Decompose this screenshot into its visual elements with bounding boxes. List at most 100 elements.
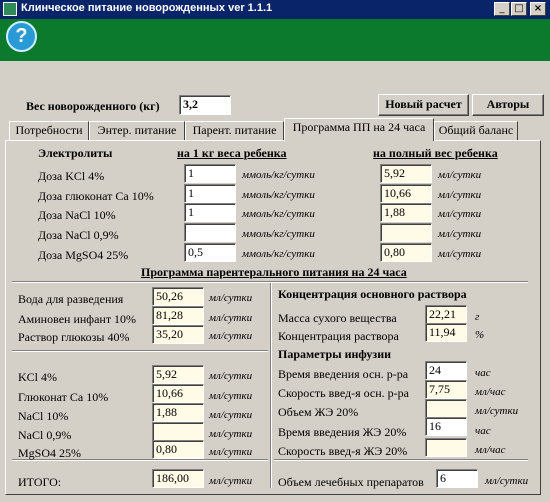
lipid-rate-unit: мл/час <box>475 444 506 456</box>
el-nacl10-label: Доза NaCl 10% <box>38 208 116 222</box>
total-weight-header: на полный вес ребенка <box>373 146 498 160</box>
dry-mass-label: Масса сухого вещества <box>278 311 397 325</box>
el-kcl-label: Доза KCl 4% <box>38 169 105 183</box>
prog-mgso4-value: 0,80 <box>152 440 204 459</box>
el-nacl10-unit-total: мл/сутки <box>438 208 482 220</box>
el-nacl09-unit-kg: ммоль/кг/сутки <box>242 228 315 240</box>
el-nacl10-per-kg-input[interactable]: 1 <box>184 203 236 222</box>
authors-button[interactable]: Авторы <box>472 94 544 116</box>
lipid-rate-value <box>425 438 467 457</box>
tab-enteral[interactable]: Энтер. питание <box>89 121 185 140</box>
tab-parenteral[interactable]: Парент. питание <box>185 121 284 140</box>
aminoven-unit: мл/сутки <box>209 312 253 324</box>
prog-nacl09-value <box>152 422 204 441</box>
lipid-time-label: Время введения ЖЭ 20% <box>278 425 407 439</box>
lipid-volume-value <box>425 399 467 418</box>
lipid-volume-unit: мл/сутки <box>475 405 519 417</box>
infusion-title: Параметры инфузии <box>278 347 392 361</box>
divider <box>12 350 268 352</box>
solution-concentration-label: Концентрация раствора <box>278 329 399 343</box>
el-nacl09-label: Доза NaCl 0,9% <box>38 228 119 242</box>
new-calc-button[interactable]: Новый расчет <box>378 94 469 116</box>
app-icon <box>3 2 17 16</box>
el-kcl-per-kg-input[interactable]: 1 <box>184 164 236 183</box>
main-rate-label: Скорость введ-я осн. р-ра <box>278 386 409 400</box>
solution-concentration-unit: % <box>475 329 485 341</box>
solution-concentration-value: 11,94 <box>425 323 467 342</box>
minimize-button[interactable]: _ <box>494 2 510 16</box>
el-nacl09-per-kg-input[interactable] <box>184 223 236 242</box>
el-nacl09-unit-total: мл/сутки <box>438 228 482 240</box>
weight-label: Вес новорожденного (кг) <box>26 99 160 113</box>
total-value: 186,00 <box>152 469 204 488</box>
water-label: Вода для разведения <box>18 292 124 306</box>
prog-kcl-value: 5,92 <box>152 365 204 384</box>
header-bar <box>0 19 550 61</box>
total-unit: мл/сутки <box>209 475 253 487</box>
lipid-time-unit: час <box>475 425 491 437</box>
el-mgso4-per-kg-input[interactable]: 0,5 <box>184 243 236 262</box>
glucose-unit: мл/сутки <box>209 330 253 342</box>
drugs-volume-input[interactable]: 6 <box>436 469 478 488</box>
divider <box>274 459 528 461</box>
tab-needs[interactable]: Потребности <box>9 121 89 140</box>
concentration-title: Концентрация основного раствора <box>278 287 467 301</box>
el-mgso4-unit-total: мл/сутки <box>438 248 482 260</box>
weight-input[interactable]: 3,2 <box>179 95 231 115</box>
el-ca-total-value: 10,66 <box>380 184 432 203</box>
prog-nacl09-unit: мл/сутки <box>209 428 253 440</box>
divider-vertical <box>270 283 272 488</box>
main-rate-unit: мл/час <box>475 386 506 398</box>
prog-nacl09-label: NaCl 0,9% <box>18 428 72 442</box>
el-mgso4-label: Доза MgSO4 25% <box>38 248 129 262</box>
el-ca-label: Доза глюконат Ca 10% <box>38 189 154 203</box>
help-icon[interactable]: ? <box>6 21 37 52</box>
main-time-unit: час <box>475 367 491 379</box>
prog-kcl-label: KCl 4% <box>18 370 57 384</box>
main-time-label: Время введения осн. р-ра <box>278 367 409 381</box>
prog-ca-value: 10,66 <box>152 384 204 403</box>
tab-program-24h[interactable]: Программа ПП на 24 часа <box>284 118 434 141</box>
per-kg-header: на 1 кг веса ребенка <box>177 146 287 160</box>
drugs-volume-label: Объем лечебных препаратов <box>278 475 424 489</box>
water-unit: мл/сутки <box>209 292 253 304</box>
aminoven-label: Аминовен инфант 10% <box>18 312 137 326</box>
glucose-value: 35,20 <box>152 325 204 344</box>
water-value: 50,26 <box>152 287 204 306</box>
el-nacl10-total-value: 1,88 <box>380 203 432 222</box>
lipid-volume-label: Объем ЖЭ 20% <box>278 405 359 419</box>
el-kcl-total-value: 5,92 <box>380 164 432 183</box>
prog-nacl10-label: NaCl 10% <box>18 409 69 423</box>
prog-mgso4-unit: мл/сутки <box>209 446 253 458</box>
el-mgso4-unit-kg: ммоль/кг/сутки <box>242 248 315 260</box>
prog-nacl10-unit: мл/сутки <box>209 409 253 421</box>
main-rate-value: 7,75 <box>425 380 467 399</box>
glucose-label: Раствор глюкозы 40% <box>18 330 130 344</box>
el-ca-unit-total: мл/сутки <box>438 189 482 201</box>
el-kcl-unit-kg: ммоль/кг/сутки <box>242 169 315 181</box>
el-nacl10-unit-kg: ммоль/кг/сутки <box>242 208 315 220</box>
total-label: ИТОГО: <box>18 475 62 489</box>
el-ca-per-kg-input[interactable]: 1 <box>184 184 236 203</box>
lipid-time-input[interactable]: 16 <box>425 417 467 436</box>
main-time-input[interactable]: 24 <box>425 361 467 380</box>
el-mgso4-total-value: 0,80 <box>380 243 432 262</box>
maximize-button[interactable]: □ <box>511 2 527 16</box>
window-title: Клинческое питание новорожденных ver 1.1… <box>21 2 273 14</box>
prog-ca-label: Глюконат Ca 10% <box>18 390 109 404</box>
close-button[interactable]: × <box>530 2 546 16</box>
el-nacl09-total-value <box>380 223 432 242</box>
el-kcl-unit-total: мл/сутки <box>438 169 482 181</box>
electrolytes-title: Электролиты <box>38 146 113 160</box>
prog-mgso4-label: MgSO4 25% <box>18 446 82 460</box>
dry-mass-unit: г <box>475 311 480 323</box>
dry-mass-value: 22,21 <box>425 305 467 324</box>
tab-balance[interactable]: Общий баланс <box>434 121 518 140</box>
program-title: Программа парентерального питания на 24 … <box>141 265 407 279</box>
el-ca-unit-kg: ммоль/кг/сутки <box>242 189 315 201</box>
drugs-volume-unit: мл/сутки <box>485 475 529 487</box>
prog-nacl10-value: 1,88 <box>152 403 204 422</box>
prog-kcl-unit: мл/сутки <box>209 370 253 382</box>
aminoven-value: 81,28 <box>152 306 204 325</box>
lipid-rate-label: Скорость введ-я ЖЭ 20% <box>278 444 408 458</box>
